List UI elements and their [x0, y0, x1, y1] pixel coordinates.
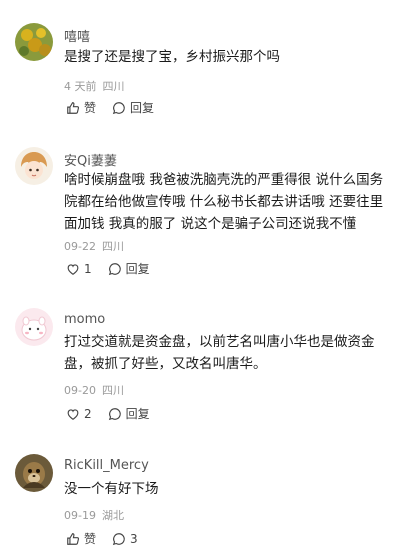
- avatar[interactable]: [15, 147, 53, 185]
- comment-text: 打过交道就是资金盘，以前艺名叫唐小华也是做资金盘，被抓了好些，又改名叫唐华。: [64, 334, 375, 372]
- username[interactable]: 嘻嘻: [64, 26, 90, 45]
- comment-actions: 2 回复: [66, 405, 166, 422]
- thumbs-up-icon: [67, 101, 80, 114]
- reply-button[interactable]: 回复: [112, 99, 154, 116]
- like-count: 1: [84, 261, 92, 276]
- comment-meta: 4 天前 四川: [64, 78, 131, 94]
- comment-actions: 赞 3: [66, 530, 154, 547]
- comment-meta: 09-19 湖北: [64, 507, 130, 523]
- reply-button[interactable]: 3: [112, 532, 138, 546]
- avatar[interactable]: [15, 454, 53, 492]
- comment-meta: 09-20 四川: [64, 382, 130, 398]
- avatar[interactable]: [15, 308, 53, 346]
- chat-bubble-icon: [108, 407, 121, 420]
- thumbs-up-icon: [67, 532, 80, 545]
- reply-button[interactable]: 回复: [108, 405, 150, 422]
- comment-time: 4 天前: [64, 80, 97, 93]
- comment-text: 没一个有好下场: [64, 481, 159, 497]
- username[interactable]: 安Qi萋萋: [64, 150, 117, 169]
- comment-time: 09-22: [64, 240, 96, 253]
- comment-text: 啥时候崩盘哦 我爸被洗脑壳洗的严重得很 说什么国务院都在给他做宣传哦 什么秘书长…: [64, 172, 384, 232]
- comment-meta: 09-22 四川: [64, 238, 130, 254]
- reply-label: 回复: [125, 407, 150, 421]
- like-button[interactable]: 1: [66, 262, 92, 276]
- comment-text: 是搜了还是搜了宝，乡村振兴那个吗: [64, 49, 280, 65]
- comment-actions: 赞 回复: [66, 99, 170, 116]
- comment-time: 09-20: [64, 384, 96, 397]
- chat-bubble-icon: [108, 262, 121, 275]
- comment-location: 四川: [101, 240, 124, 253]
- chat-bubble-icon: [112, 532, 125, 545]
- like-button[interactable]: 2: [66, 407, 92, 421]
- reply-button[interactable]: 回复: [108, 260, 150, 277]
- like-label: 赞: [84, 532, 97, 546]
- avatar[interactable]: [15, 23, 53, 61]
- username[interactable]: momo: [64, 312, 105, 327]
- comment-location: 湖北: [101, 509, 124, 522]
- reply-label: 回复: [130, 101, 155, 115]
- comment-actions: 1 回复: [66, 260, 166, 277]
- reply-label: 回复: [125, 262, 150, 276]
- like-count: 2: [84, 406, 92, 421]
- heart-icon: [67, 263, 79, 275]
- reply-count: 3: [130, 531, 138, 546]
- username[interactable]: RicKill_Mercy: [64, 458, 149, 473]
- comment-time: 09-19: [64, 509, 96, 522]
- comment-location: 四川: [101, 384, 124, 397]
- comment-location: 四川: [102, 80, 125, 93]
- like-button[interactable]: 赞: [66, 530, 96, 547]
- heart-icon: [67, 408, 79, 420]
- like-button[interactable]: 赞: [66, 99, 96, 116]
- like-label: 赞: [84, 101, 97, 115]
- chat-bubble-icon: [112, 101, 125, 114]
